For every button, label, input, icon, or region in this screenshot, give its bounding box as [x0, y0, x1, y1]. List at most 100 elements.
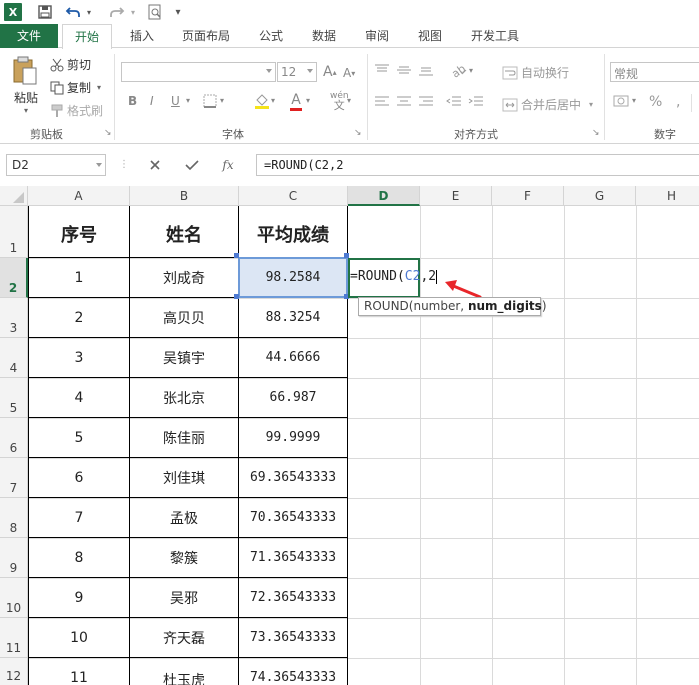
copy-dropdown-icon[interactable]: ▾	[97, 83, 101, 92]
cell-name[interactable]: 陈佳丽	[130, 418, 238, 457]
tooltip-current-arg[interactable]: num_digits	[468, 299, 542, 313]
comma-style-button[interactable]: ,	[676, 94, 680, 110]
cell-score[interactable]: 74.36543333	[239, 658, 347, 685]
font-color-dropdown-icon[interactable]: ▾	[306, 96, 310, 105]
cell-editor[interactable]: =ROUND(C2,2	[350, 269, 438, 284]
cell-name[interactable]: 齐天磊	[130, 618, 238, 657]
increase-font-icon[interactable]: A ▴	[323, 64, 337, 80]
formula-bar-grip-icon[interactable]: ⋮	[119, 159, 129, 170]
column-header-e[interactable]: E	[420, 186, 492, 206]
cell-id[interactable]: 6	[29, 458, 129, 497]
column-header-h[interactable]: H	[636, 186, 699, 206]
merge-center-button[interactable]: 合并后居中 ▾	[502, 96, 593, 113]
redo-icon[interactable]	[108, 3, 126, 21]
phonetic-dropdown-icon[interactable]: ▾	[347, 96, 351, 105]
column-header-b[interactable]: B	[130, 186, 239, 206]
cell-name[interactable]: 吴邪	[130, 578, 238, 617]
copy-button[interactable]: 复制 ▾	[50, 79, 101, 96]
cell-score[interactable]: 88.3254	[239, 298, 347, 337]
cell-score[interactable]: 69.36543333	[239, 458, 347, 497]
row-header-2[interactable]: 2	[0, 258, 28, 298]
enter-check-icon[interactable]	[178, 154, 206, 176]
tab-file[interactable]: 文件	[0, 24, 58, 48]
border-dropdown-icon[interactable]: ▾	[220, 96, 224, 105]
font-color-button[interactable]: A	[290, 92, 302, 111]
header-cell-id[interactable]: 序号	[29, 206, 129, 257]
select-all-button[interactable]	[0, 186, 28, 206]
cell-score[interactable]: 66.987	[239, 378, 347, 417]
cell-id[interactable]: 11	[29, 658, 129, 685]
cell-score[interactable]: 70.36543333	[239, 498, 347, 537]
print-preview-icon[interactable]	[146, 3, 164, 21]
save-icon[interactable]	[36, 3, 54, 21]
function-tooltip[interactable]: ROUND(number, num_digits)	[358, 297, 547, 316]
header-cell-name[interactable]: 姓名	[130, 206, 238, 257]
align-middle-icon[interactable]	[396, 64, 415, 76]
formula-input[interactable]: =ROUND(C2,2	[256, 154, 699, 176]
column-header-a[interactable]: A	[28, 186, 130, 206]
fill-color-dropdown-icon[interactable]: ▾	[271, 96, 275, 105]
cell-id[interactable]: 8	[29, 538, 129, 577]
cell-id[interactable]: 1	[29, 258, 129, 297]
cell-score[interactable]: 98.2584	[239, 258, 347, 297]
align-left-icon[interactable]	[374, 96, 393, 108]
undo-dropdown-icon[interactable]: ▾	[84, 3, 94, 21]
cell-name[interactable]: 高贝贝	[130, 298, 238, 337]
name-box[interactable]: D2	[6, 154, 106, 176]
column-header-c[interactable]: C	[239, 186, 348, 206]
align-bottom-icon[interactable]	[418, 64, 437, 76]
tab-developer[interactable]: 开发工具	[462, 24, 528, 48]
format-painter-button[interactable]: 格式刷	[50, 102, 103, 119]
redo-dropdown-icon[interactable]: ▾	[128, 3, 138, 21]
excel-icon[interactable]: X	[4, 3, 22, 21]
tab-home[interactable]: 开始	[62, 24, 112, 49]
column-header-f[interactable]: F	[492, 186, 564, 206]
phonetic-button[interactable]: wén 文	[330, 91, 349, 111]
cell-name[interactable]: 张北京	[130, 378, 238, 417]
tab-review[interactable]: 审阅	[357, 24, 397, 48]
percent-button[interactable]: %	[649, 94, 662, 110]
row-header-10[interactable]: 10	[0, 578, 28, 618]
cut-button[interactable]: 剪切	[50, 56, 91, 73]
paste-button[interactable]: 粘贴 ▾	[8, 56, 44, 120]
undo-icon[interactable]	[64, 3, 82, 21]
cell-name[interactable]: 孟极	[130, 498, 238, 537]
row-header-3[interactable]: 3	[0, 298, 28, 338]
border-button[interactable]	[203, 94, 220, 108]
tab-data[interactable]: 数据	[304, 24, 344, 48]
customize-icon[interactable]: ▾	[172, 3, 184, 21]
header-cell-score[interactable]: 平均成绩	[239, 206, 347, 257]
merge-dropdown-icon[interactable]: ▾	[589, 100, 593, 109]
cell-score[interactable]: 99.9999	[239, 418, 347, 457]
cell-name[interactable]: 刘佳琪	[130, 458, 238, 497]
cell-name[interactable]: 杜玉虎	[130, 658, 238, 685]
row-header-5[interactable]: 5	[0, 378, 28, 418]
italic-button[interactable]: I	[150, 94, 154, 108]
cancel-icon[interactable]	[141, 154, 169, 176]
align-right-icon[interactable]	[418, 96, 437, 108]
orientation-icon[interactable]: ab	[450, 62, 471, 78]
row-header-4[interactable]: 4	[0, 338, 28, 378]
cell-name[interactable]: 刘成奇	[130, 258, 238, 297]
currency-format-icon[interactable]	[613, 94, 632, 108]
increase-indent-icon[interactable]	[468, 96, 487, 108]
tab-insert[interactable]: 插入	[122, 24, 162, 48]
number-format-select[interactable]: 常规	[610, 62, 699, 82]
cell-id[interactable]: 2	[29, 298, 129, 337]
decrease-font-icon[interactable]: A ▾	[343, 66, 355, 80]
wrap-text-button[interactable]: 自动换行	[502, 64, 569, 81]
cell-score[interactable]: 73.36543333	[239, 618, 347, 657]
row-header-1[interactable]: 1	[0, 206, 28, 258]
paste-dropdown-icon[interactable]: ▾	[24, 106, 28, 115]
font-name-select[interactable]	[121, 62, 276, 82]
orientation-dropdown-icon[interactable]: ▾	[469, 66, 473, 75]
cell-id[interactable]: 10	[29, 618, 129, 657]
column-header-g[interactable]: G	[564, 186, 636, 206]
clipboard-launcher-icon[interactable]: ↘	[104, 128, 112, 138]
tab-view[interactable]: 视图	[410, 24, 450, 48]
row-header-8[interactable]: 8	[0, 498, 28, 538]
align-center-icon[interactable]	[396, 96, 415, 108]
row-header-11[interactable]: 11	[0, 618, 28, 658]
cell-score[interactable]: 44.6666	[239, 338, 347, 377]
currency-dropdown-icon[interactable]: ▾	[632, 96, 636, 105]
